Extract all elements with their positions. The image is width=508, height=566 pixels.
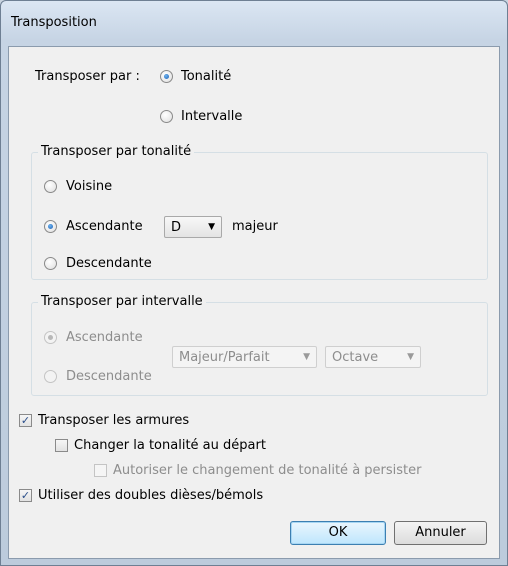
radio-interval-ascendante[interactable] [44, 331, 57, 344]
radio-voisine[interactable] [44, 180, 57, 193]
checkbox-double-sharps-flats[interactable]: ✓ [19, 489, 32, 502]
quality-select[interactable]: Majeur/Parfait ▼ [172, 346, 317, 368]
window-title: Transposition [11, 15, 97, 30]
chevron-down-icon: ▼ [303, 352, 310, 362]
radio-interval-ascendante-label[interactable]: Ascendante [66, 330, 143, 345]
chevron-down-icon: ▼ [407, 352, 414, 362]
radio-intervalle[interactable] [160, 110, 173, 123]
checkbox-change-key-at-start-label[interactable]: Changer la tonalité au départ [74, 438, 266, 453]
checkbox-allow-key-change-persist[interactable] [94, 464, 107, 477]
radio-voisine-label[interactable]: Voisine [66, 179, 112, 194]
radio-tonalite-label[interactable]: Tonalité [181, 69, 231, 84]
group-transpose-by-interval: Transposer par intervalle Ascendante Des… [31, 294, 488, 396]
radio-ascendante-label[interactable]: Ascendante [66, 219, 143, 234]
group-by-interval-legend: Transposer par intervalle [38, 294, 206, 309]
chevron-down-icon: ▼ [208, 222, 215, 232]
dialog-window: Transposition Transposer par : Tonalité … [0, 0, 508, 566]
title-bar[interactable]: Transposition [1, 1, 507, 45]
group-by-key-legend: Transposer par tonalité [38, 144, 195, 159]
radio-tonalite[interactable] [160, 70, 173, 83]
interval-select-value: Octave [332, 350, 379, 365]
group-transpose-by-key: Transposer par tonalité Voisine Ascendan… [31, 144, 488, 280]
checkbox-transpose-key-signatures[interactable]: ✓ [19, 414, 32, 427]
key-select[interactable]: D ▼ [164, 216, 222, 238]
key-select-value: D [171, 220, 182, 235]
checkbox-double-sharps-flats-label[interactable]: Utiliser des doubles dièses/bémols [38, 488, 263, 503]
radio-ascendante[interactable] [44, 220, 57, 233]
transpose-by-label: Transposer par : [35, 69, 140, 84]
radio-intervalle-label[interactable]: Intervalle [181, 109, 242, 124]
radio-descendante[interactable] [44, 257, 57, 270]
checkbox-change-key-at-start[interactable] [55, 439, 68, 452]
cancel-button[interactable]: Annuler [394, 521, 487, 545]
quality-select-value: Majeur/Parfait [179, 350, 270, 365]
radio-interval-descendante-label[interactable]: Descendante [66, 369, 152, 384]
dialog-client-area: Transposer par : Tonalité Intervalle Tra… [8, 46, 500, 559]
mode-label: majeur [232, 219, 278, 234]
checkbox-allow-key-change-persist-label[interactable]: Autoriser le changement de tonalité à pe… [113, 463, 421, 478]
radio-interval-descendante[interactable] [44, 370, 57, 383]
ok-button[interactable]: OK [290, 521, 386, 545]
interval-select[interactable]: Octave ▼ [325, 346, 421, 368]
checkbox-transpose-key-signatures-label[interactable]: Transposer les armures [38, 413, 189, 428]
radio-descendante-label[interactable]: Descendante [66, 256, 152, 271]
